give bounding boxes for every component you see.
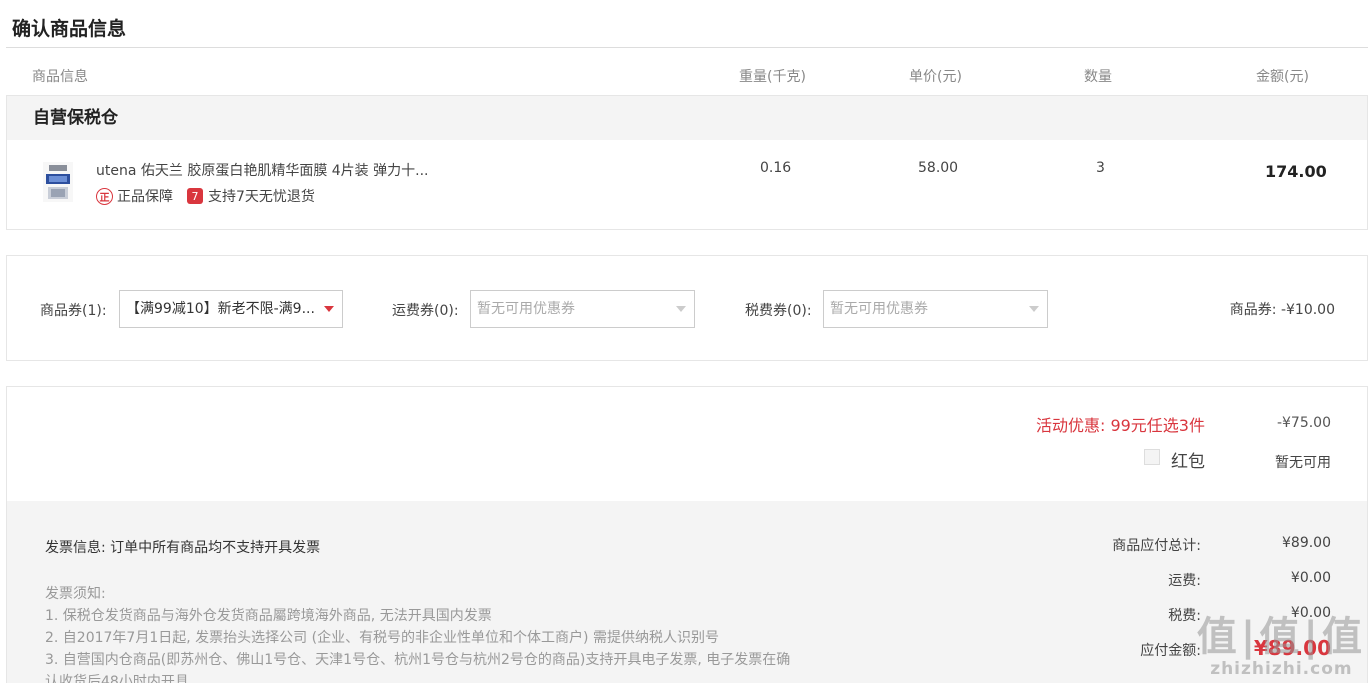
store-name: 自营保税仓 — [7, 96, 1367, 140]
tax-coupon-select[interactable]: 暂无可用优惠券 — [823, 290, 1048, 328]
site-watermark: 值|值|值 zhizhizhi.com — [1197, 615, 1366, 679]
product-weight: 0.16 — [760, 160, 792, 176]
col-header-quantity: 数量 — [1084, 69, 1112, 85]
chevron-down-icon — [676, 306, 686, 312]
authentic-guarantee-label: 正品保障 — [117, 189, 173, 205]
title-divider — [6, 47, 1368, 48]
invoice-note: 3. 自营国内仓商品(即苏州仓、佛山1号仓、天津1号仓、杭州1号仓与杭州2号仓的… — [45, 652, 791, 668]
chevron-down-icon — [324, 306, 334, 312]
summary-section: 活动优惠: 99元任选3件 -¥75.00 红包 暂无可用 发票信息: 订单中所… — [6, 386, 1368, 683]
invoice-totals-panel: 发票信息: 订单中所有商品均不支持开具发票 发票须知: 1. 保税仓发货商品与海… — [7, 501, 1367, 683]
goods-coupon-value: 【满99减10】新老不限-满9... — [126, 301, 315, 317]
invoice-note: 2. 自2017年7月1日起, 发票抬头选择公司 (企业、有税号的非企业性单位和… — [45, 630, 719, 646]
col-header-unit-price: 单价(元) — [909, 69, 962, 85]
seven-day-return-label: 支持7天无忧退货 — [208, 189, 315, 205]
invoice-note: 1. 保税仓发货商品与海外仓发货商品屬跨境海外商品, 无法开具国内发票 — [45, 608, 492, 624]
red-packet-label: 红包 — [1171, 452, 1205, 472]
seven-day-return-icon: 7 — [187, 188, 203, 204]
col-header-product: 商品信息 — [32, 69, 88, 85]
shipping-coupon-label: 运费券(0): — [392, 303, 459, 319]
chevron-down-icon — [1029, 306, 1039, 312]
coupon-discount: 商品券: -¥10.00 — [1229, 302, 1335, 318]
red-packet-checkbox[interactable] — [1144, 449, 1160, 465]
product-guarantees: 正 正品保障 7 支持7天无忧退货 — [96, 186, 315, 206]
product-name[interactable]: utena 佑天兰 胶原蛋白艳肌精华面膜 4片装 弹力十... — [96, 160, 429, 180]
watermark-logo: 值|值|值 — [1196, 614, 1366, 660]
shipping-coupon-value: 暂无可用优惠券 — [477, 301, 575, 317]
goods-coupon-label: 商品券(1): — [40, 303, 107, 319]
invoice-info: 发票信息: 订单中所有商品均不支持开具发票 — [45, 540, 321, 556]
authentic-guarantee-icon: 正 — [96, 187, 113, 205]
invoice-notes: 发票须知: 1. 保税仓发货商品与海外仓发货商品屬跨境海外商品, 无法开具国内发… — [45, 583, 790, 683]
invoice-notes-title: 发票须知: — [45, 586, 106, 602]
product-quantity: 3 — [1096, 160, 1105, 176]
page-title: 确认商品信息 — [12, 18, 127, 40]
goods-total-value: ¥89.00 — [1282, 535, 1331, 551]
shipping-label: 运费: — [1168, 573, 1201, 589]
goods-total-label: 商品应付总计: — [1112, 538, 1201, 554]
payable-label: 应付金额: — [1140, 643, 1201, 659]
tax-coupon-label: 税费券(0): — [745, 303, 812, 319]
product-thumbnail[interactable] — [43, 162, 73, 202]
promotion-value: -¥75.00 — [1276, 415, 1331, 431]
goods-coupon-select[interactable]: 【满99减10】新老不限-满9... — [119, 290, 343, 328]
shipping-value: ¥0.00 — [1290, 570, 1331, 586]
invoice-note: 认收货后48小时内开具 — [45, 674, 189, 683]
coupon-section: 商品券(1): 【满99减10】新老不限-满9... 运费券(0): 暂无可用优… — [6, 255, 1368, 361]
product-amount: 174.00 — [1265, 162, 1327, 181]
store-section: 自营保税仓 utena 佑天兰 胶原蛋白艳肌精华面膜 4片装 弹力十... 正 … — [6, 95, 1368, 230]
promotion-label: 活动优惠: 99元任选3件 — [1035, 416, 1205, 435]
watermark-url: zhizhizhi.com — [1210, 659, 1353, 679]
col-header-amount: 金额(元) — [1256, 69, 1309, 85]
tax-coupon-value: 暂无可用优惠券 — [830, 301, 928, 317]
red-packet-value: 暂无可用 — [1275, 455, 1331, 471]
col-header-weight: 重量(千克) — [739, 69, 806, 85]
product-unit-price: 58.00 — [918, 160, 959, 176]
shipping-coupon-select[interactable]: 暂无可用优惠券 — [470, 290, 695, 328]
